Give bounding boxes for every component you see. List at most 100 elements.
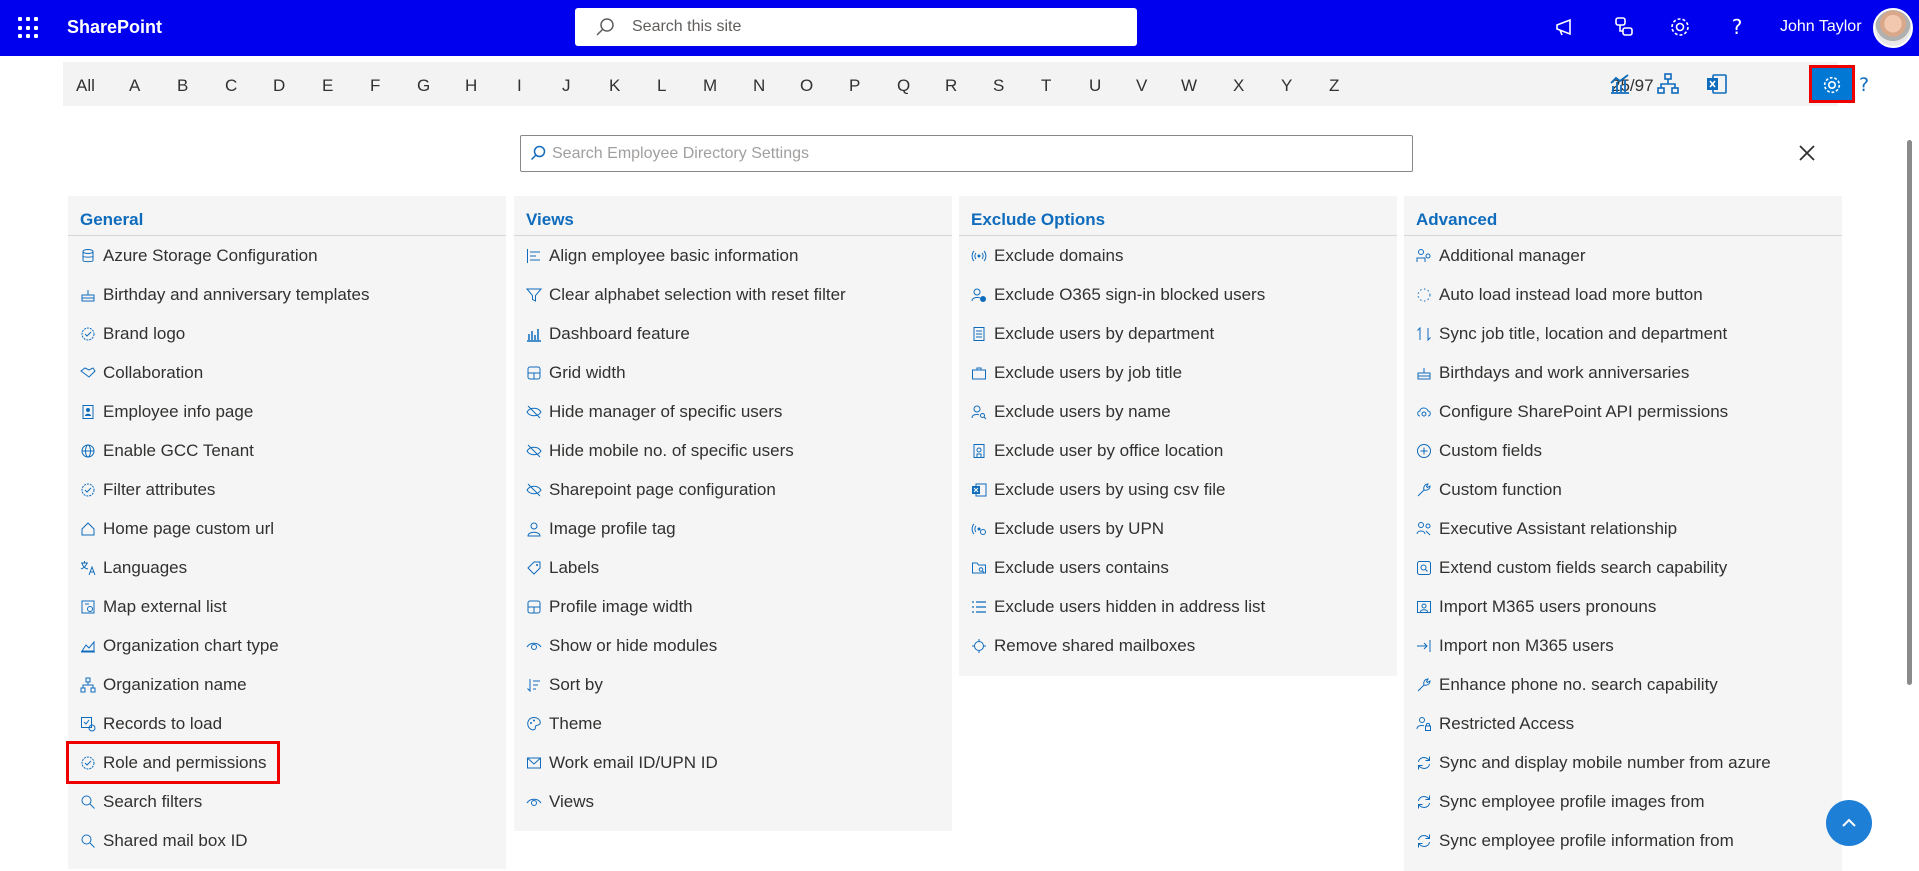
setting-hide-manager[interactable]: Hide manager of specific users (514, 392, 952, 431)
alpha-r[interactable]: R (945, 76, 957, 96)
alpha-u[interactable]: U (1089, 76, 1101, 96)
alpha-m[interactable]: M (703, 76, 717, 96)
alpha-w[interactable]: W (1181, 76, 1197, 96)
help-icon[interactable]: ? (1725, 15, 1749, 39)
share-icon[interactable] (1612, 15, 1636, 39)
setting-employee-info-page[interactable]: Employee info page (68, 392, 506, 431)
setting-exclude-by-job-title[interactable]: Exclude users by job title (959, 353, 1397, 392)
setting-executive-assistant[interactable]: Executive Assistant relationship (1404, 509, 1842, 548)
alpha-c[interactable]: C (225, 76, 237, 96)
app-name[interactable]: SharePoint (67, 17, 162, 38)
site-search-box[interactable]: Search this site (575, 8, 1137, 46)
setting-languages[interactable]: Languages (68, 548, 506, 587)
alpha-i[interactable]: I (517, 76, 522, 96)
alpha-v[interactable]: V (1136, 76, 1147, 96)
setting-exclude-hidden-address[interactable]: Exclude users hidden in address list (959, 587, 1397, 626)
alpha-k[interactable]: K (609, 76, 620, 96)
setting-clear-alphabet[interactable]: Clear alphabet selection with reset filt… (514, 275, 952, 314)
vertical-scrollbar[interactable] (1907, 140, 1912, 685)
setting-exclude-domains[interactable]: Exclude domains (959, 236, 1397, 275)
settings-button[interactable] (1809, 65, 1855, 103)
alpha-j[interactable]: J (562, 76, 571, 96)
alpha-h[interactable]: H (465, 76, 477, 96)
alpha-d[interactable]: D (273, 76, 285, 96)
setting-import-pronouns[interactable]: Import M365 users pronouns (1404, 587, 1842, 626)
setting-birthday-templates[interactable]: Birthday and anniversary templates (68, 275, 506, 314)
alpha-z[interactable]: Z (1329, 76, 1339, 96)
setting-auto-load[interactable]: Auto load instead load more button (1404, 275, 1842, 314)
setting-sharepoint-page-config[interactable]: Sharepoint page configuration (514, 470, 952, 509)
setting-additional-manager[interactable]: Additional manager (1404, 236, 1842, 275)
alpha-l[interactable]: L (657, 76, 666, 96)
alpha-f[interactable]: F (370, 76, 380, 96)
setting-organization-name[interactable]: Organization name (68, 665, 506, 704)
setting-role-and-permissions[interactable]: Role and permissions (66, 741, 280, 784)
alpha-x[interactable]: X (1233, 76, 1244, 96)
setting-work-email-upn[interactable]: Work email ID/UPN ID (514, 743, 952, 782)
alpha-b[interactable]: B (177, 76, 188, 96)
alpha-n[interactable]: N (753, 76, 765, 96)
setting-exclude-by-department[interactable]: Exclude users by department (959, 314, 1397, 353)
setting-shared-mailbox-id[interactable]: Shared mail box ID (68, 821, 506, 860)
setting-theme[interactable]: Theme (514, 704, 952, 743)
setting-grid-width[interactable]: Grid width (514, 353, 952, 392)
avatar[interactable] (1873, 8, 1913, 48)
setting-map-external-list[interactable]: Map external list (68, 587, 506, 626)
setting-restricted-access[interactable]: Restricted Access (1404, 704, 1842, 743)
alpha-p[interactable]: P (849, 76, 860, 96)
setting-dashboard-feature[interactable]: Dashboard feature (514, 314, 952, 353)
app-launcher-waffle-icon[interactable] (18, 17, 40, 39)
alpha-all[interactable]: All (76, 76, 95, 96)
setting-exclude-blocked-users[interactable]: Exclude O365 sign-in blocked users (959, 275, 1397, 314)
setting-remove-shared-mailboxes[interactable]: Remove shared mailboxes (959, 626, 1397, 665)
setting-collaboration[interactable]: Collaboration (68, 353, 506, 392)
megaphone-icon[interactable] (1553, 15, 1577, 39)
setting-sync-job-title[interactable]: Sync job title, location and department (1404, 314, 1842, 353)
setting-sort-by[interactable]: Sort by (514, 665, 952, 704)
setting-sync-profile-images[interactable]: Sync employee profile images from (1404, 782, 1842, 821)
setting-labels[interactable]: Labels (514, 548, 952, 587)
setting-search-filters[interactable]: Search filters (68, 782, 506, 821)
alpha-s[interactable]: S (993, 76, 1004, 96)
setting-exclude-by-csv[interactable]: Exclude users by using csv file (959, 470, 1397, 509)
setting-exclude-contains[interactable]: Exclude users contains (959, 548, 1397, 587)
alpha-g[interactable]: G (417, 76, 430, 96)
setting-birthdays-anniversaries[interactable]: Birthdays and work anniversaries (1404, 353, 1842, 392)
scroll-to-top-button[interactable] (1826, 800, 1872, 846)
setting-image-profile-tag[interactable]: Image profile tag (514, 509, 952, 548)
user-name[interactable]: John Taylor (1780, 18, 1862, 36)
dashboard-chart-icon[interactable] (1608, 72, 1632, 96)
setting-filter-attributes[interactable]: Filter attributes (68, 470, 506, 509)
setting-enable-gcc-tenant[interactable]: Enable GCC Tenant (68, 431, 506, 470)
settings-search-input[interactable]: Search Employee Directory Settings (520, 135, 1413, 172)
setting-exclude-by-upn[interactable]: Exclude users by UPN (959, 509, 1397, 548)
alpha-y[interactable]: Y (1281, 76, 1292, 96)
setting-sync-profile-info[interactable]: Sync employee profile information from (1404, 821, 1842, 860)
setting-azure-storage[interactable]: Azure Storage Configuration (68, 236, 506, 275)
setting-home-page-url[interactable]: Home page custom url (68, 509, 506, 548)
alpha-a[interactable]: A (129, 76, 140, 96)
setting-hide-mobile[interactable]: Hide mobile no. of specific users (514, 431, 952, 470)
setting-brand-logo[interactable]: Brand logo (68, 314, 506, 353)
setting-records-to-load[interactable]: Records to load (68, 704, 506, 743)
setting-sync-mobile-number[interactable]: Sync and display mobile number from azur… (1404, 743, 1842, 782)
setting-sharepoint-api-permissions[interactable]: Configure SharePoint API permissions (1404, 392, 1842, 431)
setting-exclude-by-name[interactable]: Exclude users by name (959, 392, 1397, 431)
setting-org-chart-type[interactable]: Organization chart type (68, 626, 506, 665)
alpha-e[interactable]: E (322, 76, 333, 96)
setting-profile-image-width[interactable]: Profile image width (514, 587, 952, 626)
setting-import-non-m365[interactable]: Import non M365 users (1404, 626, 1842, 665)
alpha-q[interactable]: Q (897, 76, 910, 96)
help-icon[interactable]: ? (1852, 72, 1876, 96)
setting-custom-function[interactable]: Custom function (1404, 470, 1842, 509)
excel-icon[interactable] (1705, 72, 1729, 96)
setting-enhance-phone-search[interactable]: Enhance phone no. search capability (1404, 665, 1842, 704)
setting-align-basic-info[interactable]: Align employee basic information (514, 236, 952, 275)
org-chart-icon[interactable] (1656, 72, 1680, 96)
setting-views[interactable]: Views (514, 782, 952, 821)
setting-custom-fields[interactable]: Custom fields (1404, 431, 1842, 470)
setting-show-hide-modules[interactable]: Show or hide modules (514, 626, 952, 665)
alpha-o[interactable]: O (800, 76, 813, 96)
close-icon[interactable] (1795, 141, 1819, 165)
setting-exclude-by-office[interactable]: Exclude user by office location (959, 431, 1397, 470)
